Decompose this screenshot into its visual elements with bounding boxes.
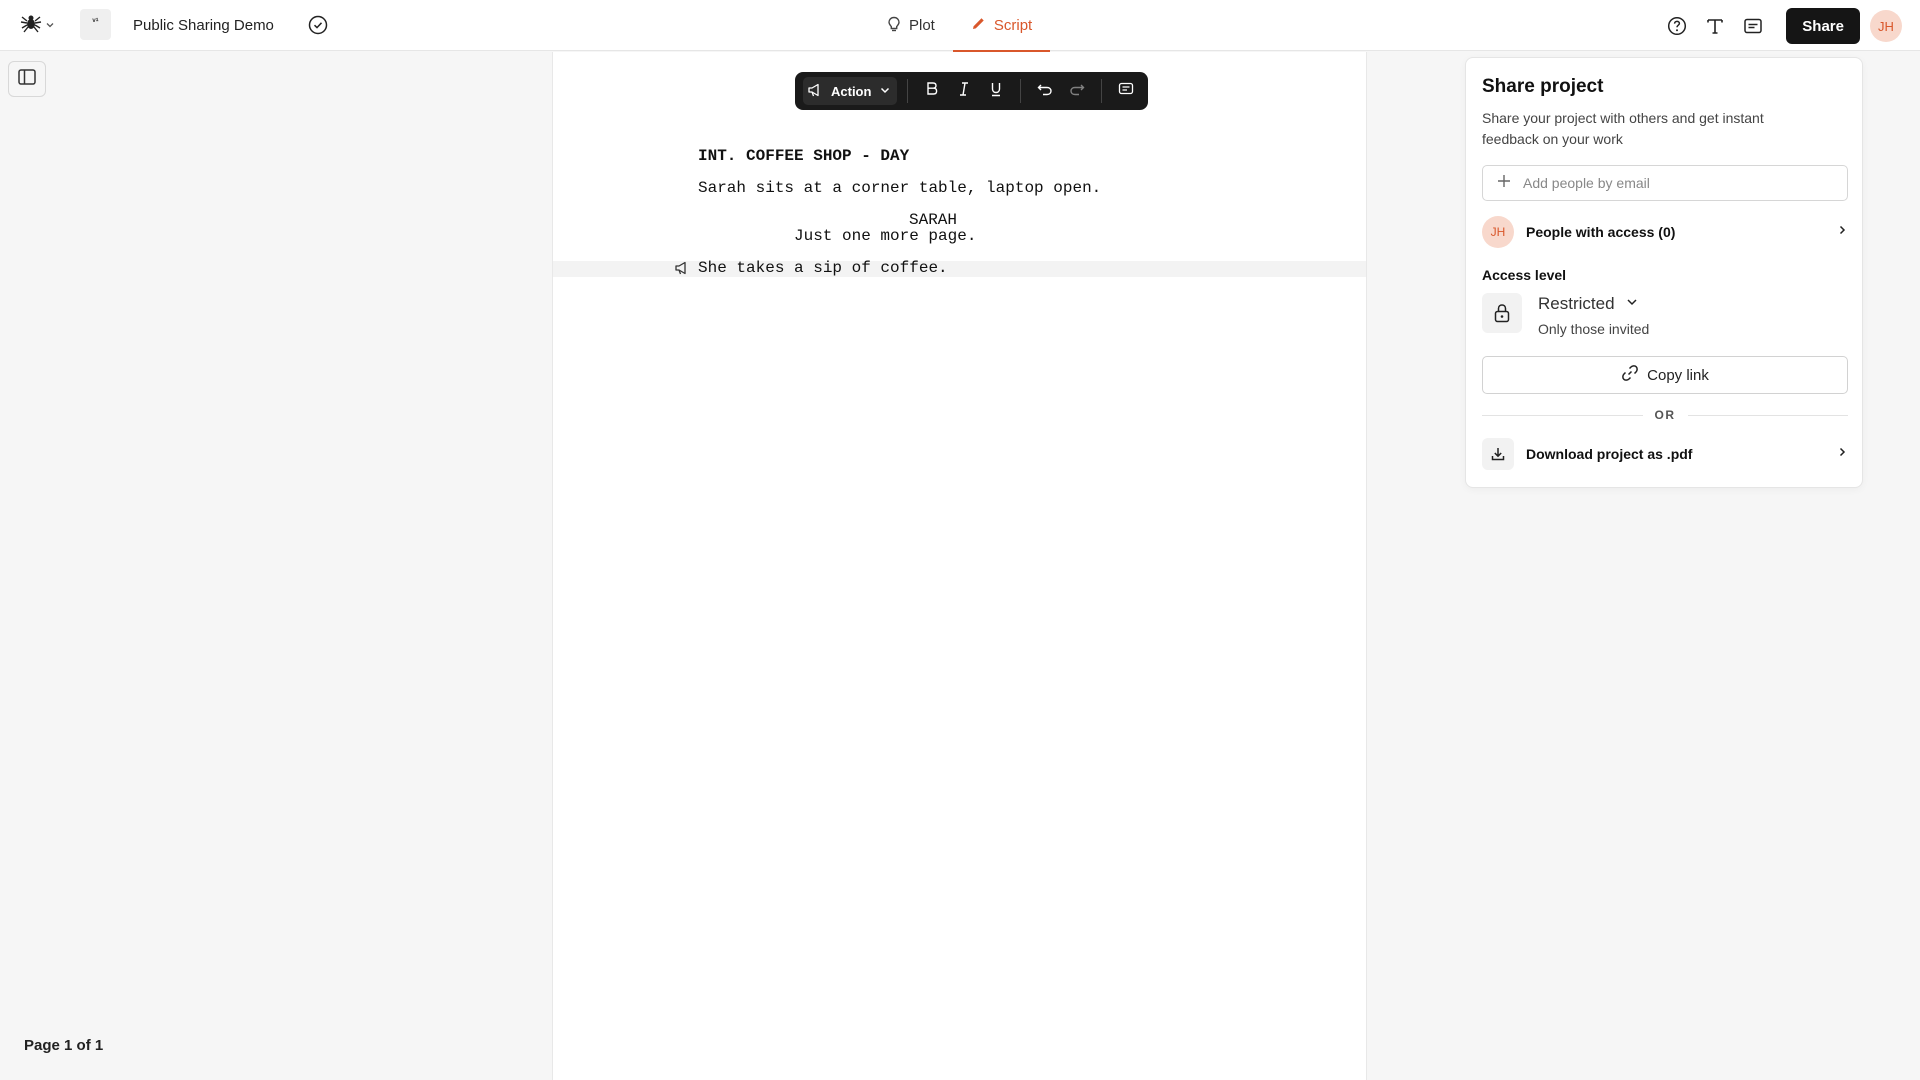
- share-panel-description: Share your project with others and get i…: [1482, 110, 1764, 147]
- format-toolbar: Action: [795, 72, 1149, 110]
- avatar[interactable]: JH: [1870, 10, 1902, 42]
- saved-check-icon[interactable]: [308, 15, 328, 40]
- copy-link-label: Copy link: [1647, 366, 1709, 384]
- or-label: OR: [1654, 408, 1676, 422]
- top-bar: ᵛ¹ Public Sharing Demo Plot Script Share…: [0, 0, 1920, 52]
- spider-logo-icon: [20, 12, 42, 39]
- toolbar-divider: [1020, 79, 1022, 103]
- access-level-description: Only those invited: [1538, 321, 1650, 337]
- underline-button[interactable]: [982, 77, 1010, 105]
- megaphone-icon: [807, 83, 823, 100]
- sidebar-panel-icon: [18, 68, 36, 90]
- plus-icon: [1497, 174, 1511, 193]
- script-page[interactable]: Action INT. COFFEE SHOP - DAY Sarah sits…: [552, 52, 1367, 1080]
- divider-line: [1482, 414, 1643, 416]
- action-line[interactable]: Sarah sits at a corner table, laptop ope…: [698, 179, 1101, 197]
- element-type-dropdown[interactable]: Action: [803, 77, 898, 105]
- italic-icon: [957, 81, 971, 102]
- tab-script[interactable]: Script: [952, 0, 1051, 52]
- document-version-badge: ᵛ¹: [92, 16, 99, 26]
- undo-button[interactable]: [1031, 77, 1059, 105]
- document-thumbnail[interactable]: ᵛ¹: [80, 9, 111, 40]
- email-input[interactable]: [1521, 174, 1821, 192]
- comments-icon[interactable]: [1742, 15, 1764, 37]
- copy-link-button[interactable]: Copy link: [1482, 356, 1848, 394]
- chevron-right-icon: [1836, 445, 1848, 463]
- element-type-label: Action: [831, 83, 872, 99]
- access-level-dropdown[interactable]: Restricted: [1538, 294, 1639, 314]
- chevron-down-icon: [1625, 294, 1639, 314]
- scene-heading[interactable]: INT. COFFEE SHOP - DAY: [698, 147, 909, 165]
- action-line-current[interactable]: She takes a sip of coffee.: [698, 259, 948, 277]
- avatar: JH: [1482, 216, 1514, 248]
- email-field[interactable]: [1482, 165, 1848, 201]
- dialogue-line[interactable]: Just one more page.: [794, 227, 976, 245]
- share-panel-title: Share project: [1482, 76, 1604, 97]
- chevron-down-icon: [879, 84, 891, 99]
- bold-button[interactable]: [918, 77, 946, 105]
- sidebar-toggle-button[interactable]: [8, 61, 46, 97]
- bold-icon: [925, 81, 939, 102]
- toolbar-divider: [1101, 79, 1103, 103]
- top-right-actions: Share JH: [1666, 8, 1902, 44]
- redo-button[interactable]: [1063, 77, 1091, 105]
- tab-plot-label: Plot: [909, 17, 935, 34]
- access-level-label: Access level: [1482, 267, 1567, 283]
- access-level-value: Restricted: [1538, 294, 1615, 313]
- or-divider: OR: [1482, 408, 1848, 422]
- download-pdf-label: Download project as .pdf: [1526, 446, 1693, 462]
- megaphone-icon: [674, 261, 690, 280]
- download-pdf-row[interactable]: Download project as .pdf: [1482, 438, 1848, 470]
- view-tabs: Plot Script: [869, 0, 1051, 52]
- chevron-down-icon: [45, 17, 55, 35]
- add-comment-button[interactable]: [1112, 77, 1140, 105]
- share-button[interactable]: Share: [1786, 8, 1860, 44]
- chevron-right-icon: [1836, 223, 1848, 241]
- comment-add-icon: [1118, 82, 1134, 101]
- lightbulb-icon: [887, 16, 901, 36]
- redo-icon: [1069, 82, 1085, 101]
- people-with-access-row[interactable]: JH People with access (0): [1482, 216, 1848, 248]
- pencil-icon: [971, 16, 986, 35]
- app-menu-button[interactable]: [20, 12, 55, 39]
- typography-icon[interactable]: [1704, 15, 1726, 37]
- tab-plot[interactable]: Plot: [869, 0, 953, 51]
- toolbar-divider: [907, 79, 909, 103]
- undo-icon: [1037, 82, 1053, 101]
- share-panel: Share project Share your project with ot…: [1465, 57, 1863, 488]
- people-with-access-label: People with access (0): [1526, 224, 1676, 240]
- underline-icon: [989, 81, 1003, 102]
- lock-icon: [1482, 293, 1522, 333]
- download-icon: [1482, 438, 1514, 470]
- divider-line: [1687, 414, 1848, 416]
- tab-script-label: Script: [993, 17, 1033, 34]
- italic-button[interactable]: [950, 77, 978, 105]
- project-title[interactable]: Public Sharing Demo: [133, 17, 274, 34]
- page-indicator: Page 1 of 1: [24, 1037, 104, 1054]
- help-icon[interactable]: [1666, 15, 1688, 37]
- link-icon: [1621, 364, 1639, 386]
